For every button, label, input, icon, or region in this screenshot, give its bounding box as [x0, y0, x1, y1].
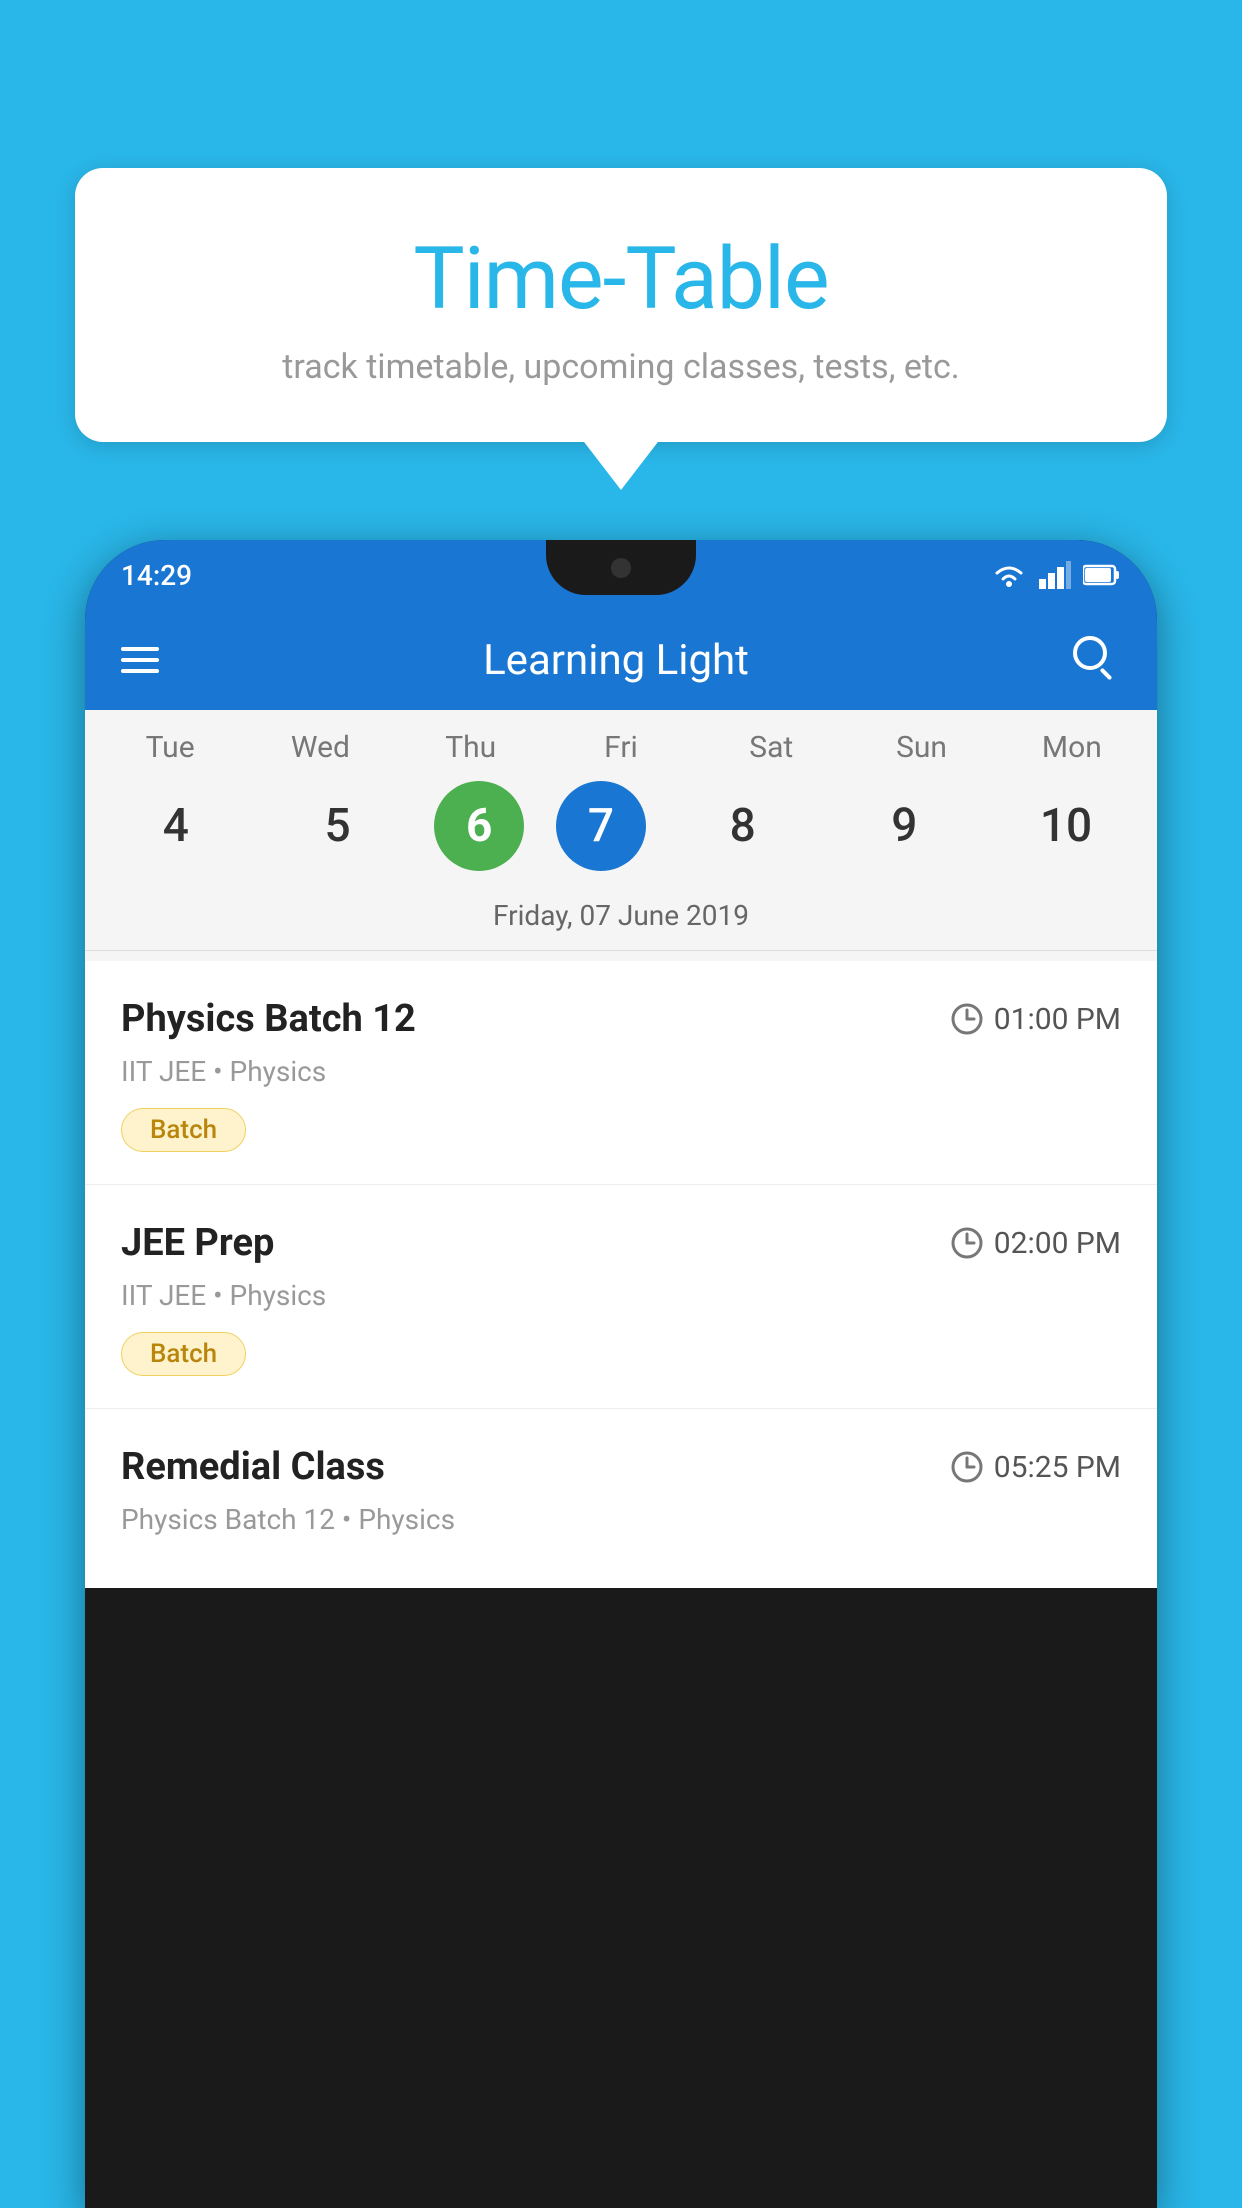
schedule-item-2[interactable]: JEE Prep 02:00 PM IIT JEE • Physics Batc… — [85, 1185, 1157, 1409]
schedule-list: Physics Batch 12 01:00 PM IIT JEE • Phys… — [85, 961, 1157, 1588]
schedule-item-3[interactable]: Remedial Class 05:25 PM Physics Batch 12… — [85, 1409, 1157, 1588]
wifi-icon — [991, 562, 1027, 588]
time-text-3: 05:25 PM — [994, 1450, 1121, 1485]
batch-badge-2: Batch — [121, 1332, 246, 1376]
class-name-3: Remedial Class — [121, 1445, 385, 1489]
app-bar-title: Learning Light — [483, 636, 749, 685]
status-bar: 14:29 — [85, 540, 1157, 610]
time-text-2: 02:00 PM — [994, 1226, 1121, 1261]
menu-bar-1 — [121, 647, 159, 651]
schedule-item-1[interactable]: Physics Batch 12 01:00 PM IIT JEE • Phys… — [85, 961, 1157, 1185]
bubble-title: Time-Table — [115, 228, 1127, 329]
search-handle — [1100, 668, 1113, 681]
schedule-item-2-header: JEE Prep 02:00 PM — [121, 1221, 1121, 1265]
class-time-1: 01:00 PM — [950, 1002, 1121, 1037]
dates-row: 4 5 6 7 8 9 10 — [85, 781, 1157, 891]
camera-dot — [611, 558, 631, 578]
class-name-2: JEE Prep — [121, 1221, 274, 1265]
day-thu: Thu — [406, 730, 536, 765]
search-button[interactable] — [1073, 636, 1121, 684]
days-header: Tue Wed Thu Fri Sat Sun Mon — [85, 730, 1157, 781]
class-meta-3: Physics Batch 12 • Physics — [121, 1503, 1121, 1536]
class-time-2: 02:00 PM — [950, 1226, 1121, 1261]
selected-date-label: Friday, 07 June 2019 — [85, 891, 1157, 951]
schedule-item-3-header: Remedial Class 05:25 PM — [121, 1445, 1121, 1489]
day-wed: Wed — [255, 730, 385, 765]
date-7-selected[interactable]: 7 — [556, 781, 646, 871]
day-mon: Mon — [1007, 730, 1137, 765]
menu-button[interactable] — [121, 647, 159, 673]
signal-icon — [1039, 561, 1071, 589]
calendar-strip: Tue Wed Thu Fri Sat Sun Mon 4 5 6 7 8 9 … — [85, 710, 1157, 961]
day-sun: Sun — [857, 730, 987, 765]
status-icons — [991, 561, 1121, 589]
batch-badge-1: Batch — [121, 1108, 246, 1152]
notch — [546, 540, 696, 595]
app-bar: Learning Light — [85, 610, 1157, 710]
day-tue: Tue — [105, 730, 235, 765]
battery-icon — [1083, 564, 1121, 586]
class-meta-2: IIT JEE • Physics — [121, 1279, 1121, 1312]
class-name-1: Physics Batch 12 — [121, 997, 416, 1041]
class-meta-1: IIT JEE • Physics — [121, 1055, 1121, 1088]
clock-icon-3 — [950, 1450, 984, 1484]
search-circle — [1073, 636, 1107, 670]
day-fri: Fri — [556, 730, 686, 765]
phone-frame: 14:29 — [85, 540, 1157, 2208]
clock-icon-1 — [950, 1002, 984, 1036]
date-8[interactable]: 8 — [678, 781, 808, 871]
date-6-today[interactable]: 6 — [434, 781, 524, 871]
date-5[interactable]: 5 — [273, 781, 403, 871]
clock-icon-2 — [950, 1226, 984, 1260]
menu-bar-3 — [121, 669, 159, 673]
class-time-3: 05:25 PM — [950, 1450, 1121, 1485]
bubble-subtitle: track timetable, upcoming classes, tests… — [115, 347, 1127, 387]
day-sat: Sat — [706, 730, 836, 765]
date-4[interactable]: 4 — [111, 781, 241, 871]
date-10[interactable]: 10 — [1001, 781, 1131, 871]
date-9[interactable]: 9 — [839, 781, 969, 871]
speech-bubble: Time-Table track timetable, upcoming cla… — [75, 168, 1167, 442]
inner-screen: 14:29 — [85, 540, 1157, 1588]
menu-bar-2 — [121, 658, 159, 662]
schedule-item-1-header: Physics Batch 12 01:00 PM — [121, 997, 1121, 1041]
status-time: 14:29 — [121, 559, 192, 592]
time-text-1: 01:00 PM — [994, 1002, 1121, 1037]
